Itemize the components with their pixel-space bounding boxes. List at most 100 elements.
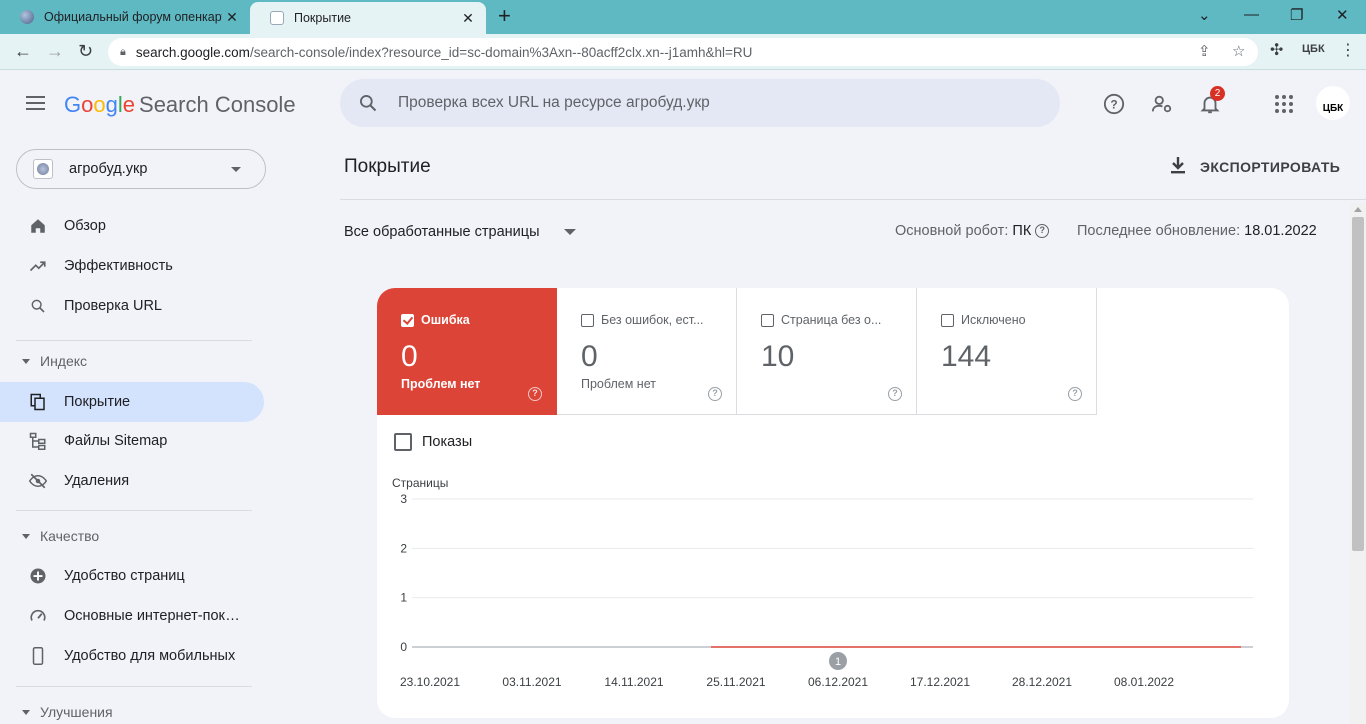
metric-value: 0 (581, 340, 598, 373)
tab-search-icon[interactable]: ⌄ (1198, 6, 1211, 24)
browser-tab-active[interactable]: Покрытие ✕ (250, 2, 486, 34)
sidebar-item-overview[interactable]: Обзор (0, 206, 264, 246)
browser-toolbar: ← → ↻ 🔒︎ search.google.com/search-consol… (0, 34, 1366, 70)
metric-excluded[interactable]: Исключено 144 ? (917, 288, 1097, 415)
x-tick-label: 03.11.2021 (502, 675, 561, 689)
checkbox[interactable] (941, 313, 954, 327)
collapse-icon (22, 709, 30, 715)
checkbox[interactable] (401, 313, 414, 327)
x-tick-label: 23.10.2021 (400, 675, 460, 689)
sitemap-icon (28, 431, 48, 451)
globe-icon (20, 10, 34, 24)
sidebar-divider (16, 686, 252, 687)
search-bar[interactable] (340, 79, 1060, 127)
page-title: Покрытие (344, 156, 431, 177)
help-icon[interactable]: ? (708, 387, 722, 401)
logo[interactable]: Google Search Console (64, 92, 296, 118)
sidebar-item-page-experience[interactable]: Удобство страниц (0, 556, 264, 596)
scrollbar-thumb[interactable] (1352, 217, 1364, 551)
share-icon[interactable]: ⇪ (1198, 42, 1211, 60)
visibility-off-icon (28, 471, 48, 491)
caret-down-icon (563, 229, 576, 235)
collapse-icon (22, 358, 30, 364)
metric-value: 0 (401, 340, 418, 373)
trending-up-icon (28, 256, 48, 276)
app-header: GoogleSearch Console ? (0, 70, 1366, 136)
search-input[interactable] (398, 94, 998, 112)
help-icon[interactable]: ? (888, 387, 902, 401)
primary-crawler: Основной робот: ПК? (895, 223, 1050, 239)
close-icon[interactable]: ✕ (222, 9, 242, 26)
star-icon[interactable]: ☆ (1232, 42, 1245, 60)
checkbox[interactable] (761, 313, 774, 327)
main-divider (340, 199, 1366, 200)
download-icon (1170, 156, 1186, 177)
menu-icon[interactable] (26, 96, 45, 110)
help-icon[interactable]: ? (1035, 224, 1050, 239)
profile-icon[interactable]: ЦБК (1302, 43, 1325, 55)
x-tick-label: 14.11.2021 (604, 675, 663, 689)
checkbox[interactable] (394, 433, 412, 451)
address-bar[interactable]: 🔒︎ search.google.com/search-console/inde… (108, 38, 1258, 66)
search-icon[interactable] (358, 93, 378, 113)
coverage-card: Ошибка 0 Проблем нет ? Без ошибок, ест..… (377, 288, 1289, 718)
help-icon[interactable]: ? (1102, 92, 1126, 116)
x-tick-label: 25.11.2021 (706, 675, 765, 689)
window-close-icon[interactable]: ✕ (1336, 6, 1349, 24)
pages-filter-dropdown[interactable]: Все обработанные страницы (344, 224, 576, 240)
help-icon[interactable]: ? (1068, 387, 1082, 401)
close-icon[interactable]: ✕ (458, 10, 478, 27)
lock-icon[interactable]: 🔒︎ (120, 46, 126, 59)
manage-accounts-icon[interactable] (1150, 92, 1174, 116)
maximize-icon[interactable]: ❐ (1290, 6, 1303, 24)
checkbox[interactable] (581, 313, 594, 327)
svg-text:?: ? (1110, 98, 1117, 112)
minimize-icon[interactable]: — (1244, 6, 1259, 23)
tab-title: Официальный форум опенкарт (44, 10, 222, 24)
x-tick-label: 28.12.2021 (1012, 675, 1072, 689)
property-selector[interactable]: агробуд.укр (16, 149, 266, 189)
sidebar-item-sitemaps[interactable]: Файлы Sitemap (0, 421, 264, 461)
browser-tab[interactable]: Официальный форум опенкарт ✕ (0, 0, 250, 34)
sidebar-item-coverage[interactable]: Покрытие (0, 382, 264, 422)
sidebar-divider (16, 340, 252, 341)
back-icon[interactable]: ← (14, 41, 32, 61)
help-icon[interactable]: ? (528, 387, 542, 401)
x-tick-label: 06.12.2021 (808, 675, 868, 689)
y-tick-label: 2 (400, 541, 407, 555)
apps-icon[interactable] (1272, 92, 1296, 116)
scrollbar[interactable] (1350, 203, 1366, 724)
sidebar-item-url-inspection[interactable]: Проверка URL (0, 286, 264, 326)
forward-icon[interactable]: → (46, 41, 64, 61)
reload-icon[interactable]: ↻ (78, 41, 93, 61)
sidebar-item-mobile-usability[interactable]: Удобство для мобильных (0, 636, 264, 676)
new-tab-icon[interactable]: + (498, 5, 511, 27)
sidebar-section-quality[interactable]: Качество (0, 521, 264, 551)
metric-value: 10 (761, 340, 795, 373)
speed-icon (28, 606, 48, 626)
metric-valid-with-warnings[interactable]: Без ошибок, ест... 0 Проблем нет ? (557, 288, 737, 415)
avatar[interactable]: ЦБК (1316, 86, 1350, 120)
coverage-chart: 0 1 2 3 23.10.2021 03.11.2021 14.11.2021 25.11.… (400, 492, 1253, 689)
sidebar-section-index[interactable]: Индекс (0, 346, 264, 376)
sidebar-item-core-web-vitals[interactable]: Основные интернет-показатели (0, 596, 264, 636)
tab-title: Покрытие (294, 11, 352, 25)
caret-down-icon (231, 166, 241, 172)
notification-badge: 2 (1210, 86, 1225, 101)
sidebar-item-removals[interactable]: Удаления (0, 461, 264, 501)
metric-error[interactable]: Ошибка 0 Проблем нет ? (377, 288, 557, 415)
export-button[interactable]: ЭКСПОРТИРОВАТЬ (1170, 156, 1340, 177)
metric-valid[interactable]: Страница без о... 10 ? (737, 288, 917, 415)
x-tick-label: 17.12.2021 (910, 675, 970, 689)
more-vert-icon[interactable]: ⋮ (1340, 40, 1356, 60)
last-updated: Последнее обновление: 18.01.2022 (1077, 223, 1317, 239)
sidebar-section-improvements[interactable]: Улучшения (0, 697, 264, 724)
metric-subtitle: Проблем нет (581, 377, 656, 391)
impressions-toggle[interactable]: Показы (394, 433, 472, 451)
search-icon (28, 296, 48, 316)
sidebar-item-performance[interactable]: Эффективность (0, 246, 264, 286)
puzzle-icon[interactable]: ✣ (1270, 40, 1283, 60)
y-tick-label: 3 (400, 492, 407, 506)
plus-circle-icon (28, 566, 48, 586)
scroll-up-icon[interactable] (1354, 207, 1362, 212)
